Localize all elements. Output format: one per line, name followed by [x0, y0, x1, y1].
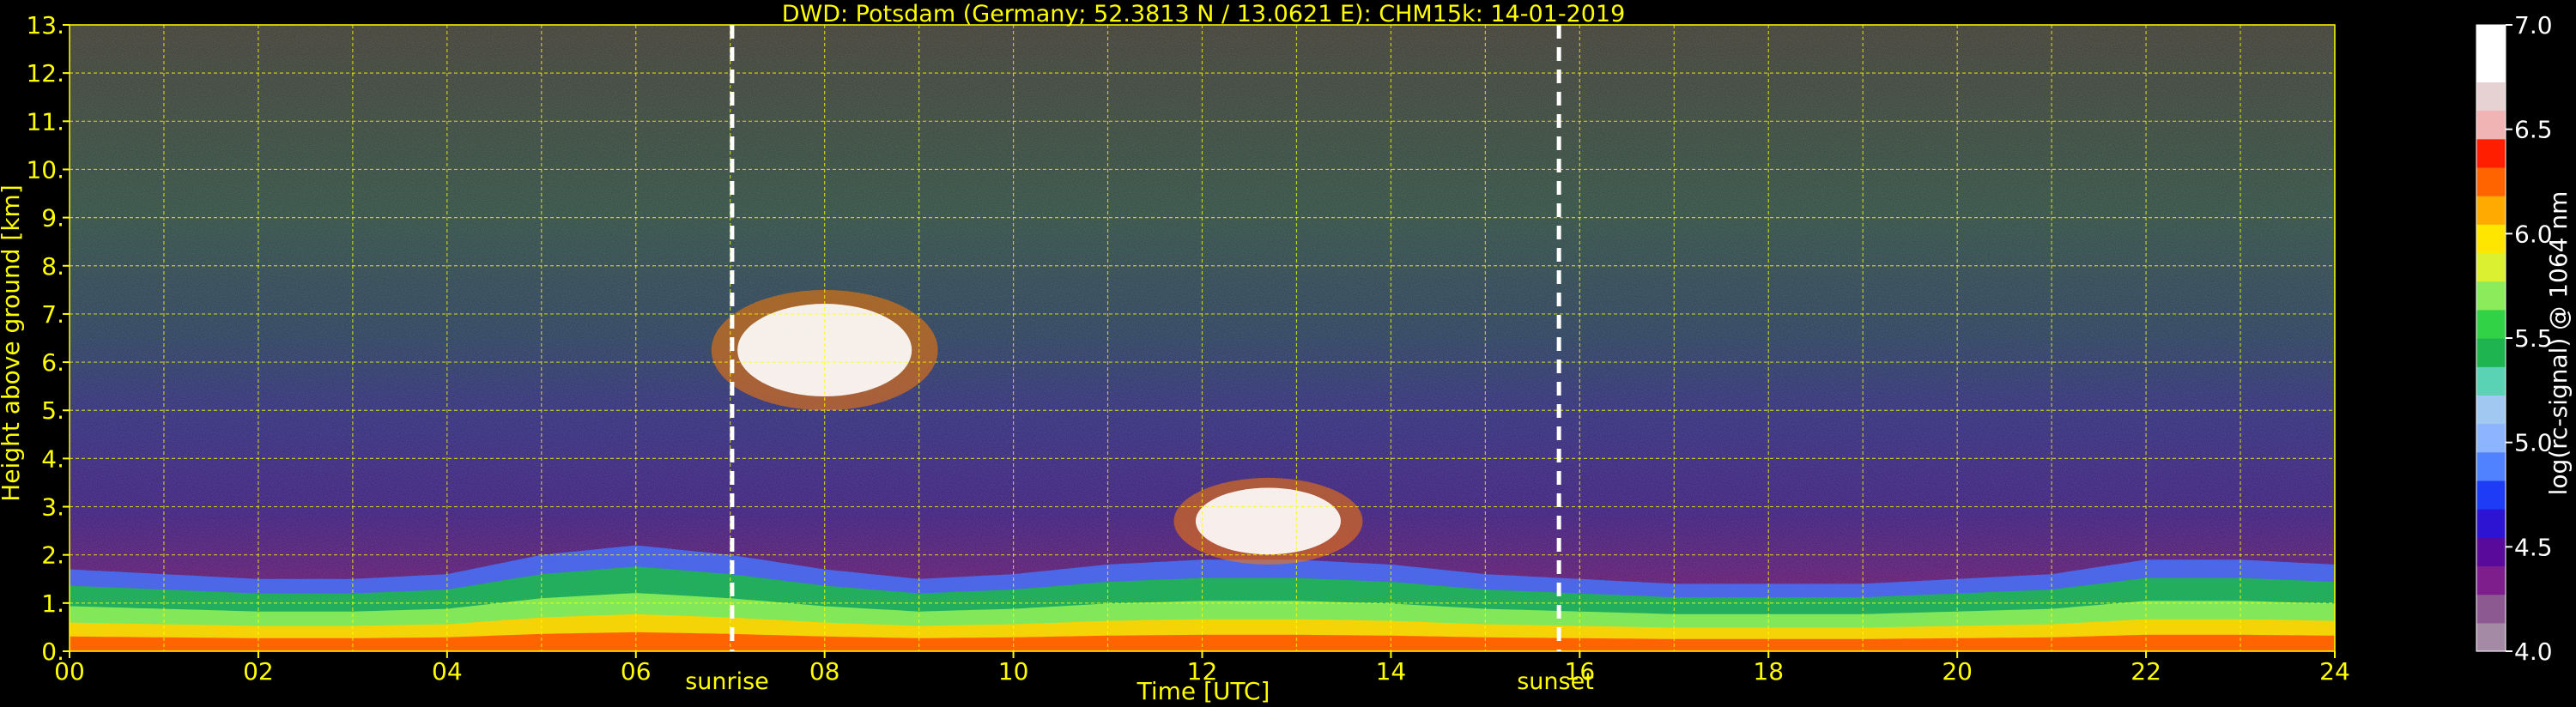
y-tick-label: 9. — [41, 204, 64, 233]
colorbar-segment — [2476, 53, 2506, 82]
colorbar-tick-label: 7.0 — [2514, 11, 2553, 39]
x-axis-label: Time [UTC] — [1136, 677, 1270, 705]
colorbar-segment — [2476, 509, 2506, 538]
colorbar-segment — [2476, 196, 2506, 225]
y-tick-label: 5. — [41, 396, 64, 425]
colorbar-segment — [2476, 395, 2506, 425]
colorbar-segment — [2476, 451, 2506, 481]
colorbar-segment — [2476, 138, 2506, 168]
colorbar-segment — [2476, 281, 2506, 311]
colorbar-segment — [2476, 594, 2506, 624]
x-tick-label: 14 — [1376, 657, 1407, 686]
x-tick-label: 18 — [1753, 657, 1784, 686]
sunset-label: sunset — [1517, 668, 1594, 695]
x-tick-label: 08 — [809, 657, 840, 686]
lidar-chart: 00 02 04 06 08 10 12 14 16 18 20 22 24 0.1.2.3.4.5.6… — [0, 0, 2576, 707]
colorbar-segment — [2476, 338, 2506, 367]
x-tick-label: 04 — [432, 657, 463, 686]
colorbar-segment — [2476, 366, 2506, 396]
colorbar-segment — [2476, 252, 2506, 282]
y-axis-label: Height above ground [km] — [0, 184, 25, 502]
sunrise-label: sunrise — [685, 668, 769, 695]
colorbar-segment — [2476, 309, 2506, 339]
x-tick-label: 20 — [1942, 657, 1973, 686]
colorbar-tick-label: 4.0 — [2514, 638, 2553, 666]
x-tick-label: 24 — [2319, 657, 2350, 686]
y-tick-label: 7. — [41, 300, 64, 329]
x-tick-label: 10 — [998, 657, 1029, 686]
colorbar-segment — [2476, 622, 2506, 652]
colorbar-segment — [2476, 423, 2506, 453]
x-tick-label: 22 — [2131, 657, 2161, 686]
cloud-layer-core — [1195, 487, 1342, 555]
colorbar-label: log(rc-signal) @ 1064 nm — [2544, 191, 2573, 496]
colorbar-segment — [2476, 224, 2506, 254]
y-tick-label: 1. — [41, 589, 64, 618]
y-tick-label: 4. — [41, 444, 64, 473]
y-tick-label: 10. — [26, 155, 64, 184]
colorbar-segment — [2476, 82, 2506, 112]
y-tick-label: 11. — [26, 107, 64, 136]
colorbar — [2476, 24, 2506, 652]
colorbar-tick-label: 6.5 — [2514, 116, 2553, 144]
x-tick-label: 06 — [621, 657, 652, 686]
y-tick-label: 13. — [26, 11, 64, 39]
colorbar-segment — [2476, 166, 2506, 196]
colorbar-segment — [2476, 480, 2506, 510]
colorbar-segment — [2476, 25, 2506, 54]
x-tick-label: 02 — [243, 657, 274, 686]
y-tick-label: 8. — [41, 252, 64, 281]
chart-title: DWD: Potsdam (Germany; 52.3813 N / 13.06… — [782, 1, 1626, 27]
y-tick-label: 0. — [41, 638, 64, 666]
y-tick-label: 2. — [41, 541, 64, 570]
y-tick-label: 3. — [41, 493, 64, 522]
colorbar-segment — [2476, 110, 2506, 140]
colorbar-segment — [2476, 537, 2506, 567]
y-tick-label: 12. — [26, 59, 64, 88]
colorbar-segment — [2476, 565, 2506, 595]
colorbar-tick-label: 4.5 — [2514, 533, 2553, 561]
y-tick-label: 6. — [41, 348, 64, 377]
